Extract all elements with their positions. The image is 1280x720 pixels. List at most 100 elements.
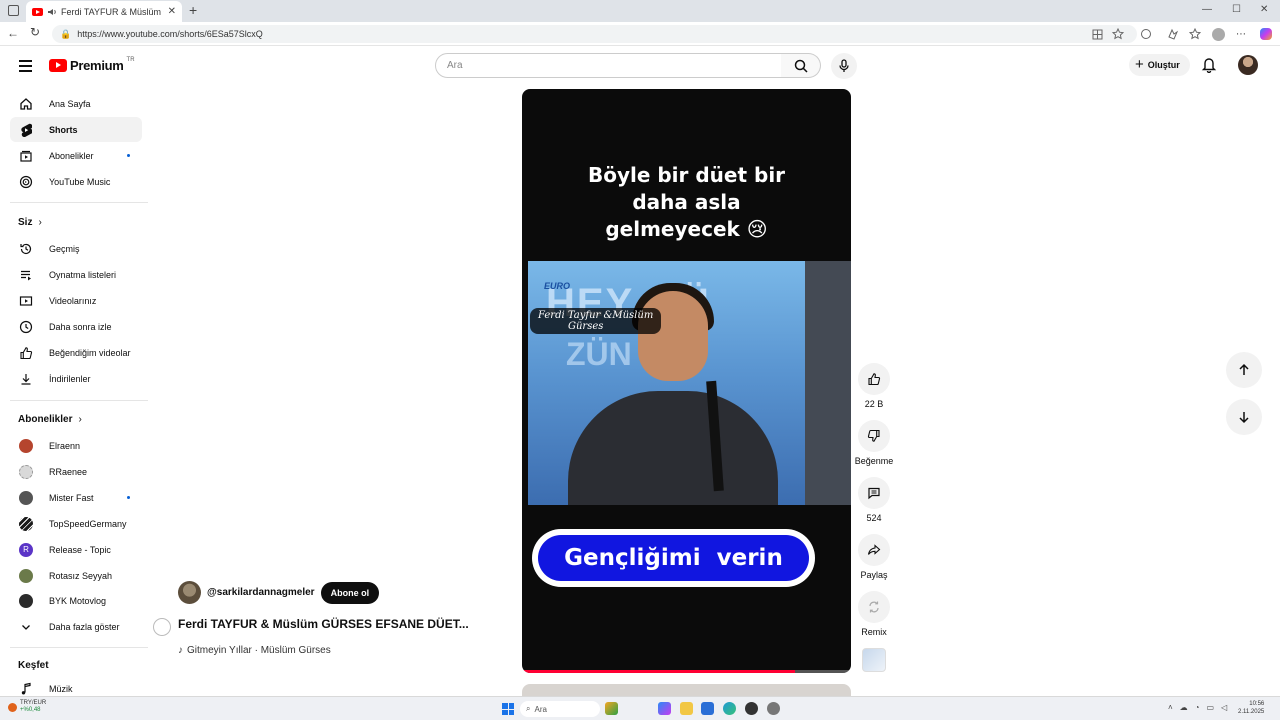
video-progress-bar[interactable] bbox=[522, 670, 851, 673]
system-tray-icons[interactable]: ˄ ☁ ◔ ▭ ◁ bbox=[1168, 703, 1227, 712]
tab-actions-icon[interactable] bbox=[8, 5, 19, 16]
next-short-preview[interactable] bbox=[522, 684, 851, 696]
sidebar-item-shorts[interactable]: Shorts bbox=[10, 117, 142, 142]
sidebar-channel-release-topic[interactable]: R Release - Topic bbox=[10, 537, 142, 562]
share-button[interactable]: Paylaş bbox=[854, 534, 894, 580]
like-button[interactable]: 22 B bbox=[854, 363, 894, 409]
youtube-premium-logo[interactable]: Premium TR bbox=[49, 57, 135, 73]
taskbar-search[interactable]: ⌕ Ara bbox=[520, 701, 600, 717]
back-icon[interactable]: ← bbox=[7, 26, 19, 40]
taskbar-store-icon[interactable] bbox=[701, 702, 714, 715]
divider bbox=[10, 400, 148, 401]
site-info-icon[interactable]: 🔒 bbox=[60, 29, 71, 40]
browser-tab[interactable]: Ferdi TAYFUR & Müslüm GÜ ✕ bbox=[26, 1, 182, 22]
sidebar-item-youtube-music[interactable]: YouTube Music bbox=[10, 169, 142, 194]
wifi-icon[interactable]: ◔ bbox=[1195, 703, 1200, 712]
bell-icon bbox=[1201, 58, 1217, 73]
channel-handle[interactable]: @sarkilardannagmeler bbox=[207, 587, 315, 598]
cloud-icon[interactable]: ☁ bbox=[1180, 703, 1188, 712]
browser-essentials-icon[interactable] bbox=[1166, 27, 1180, 41]
new-tab-icon[interactable]: + bbox=[189, 2, 197, 18]
menu-icon[interactable] bbox=[19, 60, 32, 72]
voice-search-button[interactable] bbox=[831, 53, 857, 79]
subscribe-label: Abone ol bbox=[330, 587, 370, 598]
profile-icon[interactable] bbox=[1211, 27, 1225, 41]
sidebar-channel-topspeedgermany[interactable]: TopSpeedGermany bbox=[10, 511, 142, 536]
account-avatar[interactable] bbox=[1238, 55, 1258, 75]
short-video-player[interactable]: Böyle bir düet bir daha asla gelmeyecek … bbox=[522, 89, 851, 673]
video-top-caption: Böyle bir düet bir daha asla gelmeyecek … bbox=[522, 162, 851, 243]
next-short-button[interactable] bbox=[1226, 399, 1262, 435]
channel-avatar[interactable] bbox=[178, 581, 201, 604]
sidebar-channel-byk-motovlog[interactable]: BYK Motovlog bbox=[10, 588, 142, 613]
start-icon[interactable] bbox=[502, 703, 514, 715]
youtube-logo-icon bbox=[49, 59, 67, 72]
sidebar-item-music[interactable]: Müzik bbox=[10, 676, 142, 695]
chevron-down-icon bbox=[18, 619, 34, 635]
more-options-icon[interactable]: ⋯ bbox=[1234, 27, 1248, 41]
channel-avatar bbox=[18, 464, 34, 480]
sidebar-channel-rraenee[interactable]: RRaenee bbox=[10, 459, 142, 484]
music-attribution[interactable]: ♪ Gitmeyin Yıllar · Müslüm Gürses bbox=[178, 645, 331, 656]
chevron-up-icon[interactable]: ˄ bbox=[1168, 703, 1173, 712]
sidebar-item-history[interactable]: Geçmiş bbox=[10, 236, 142, 261]
taskbar-widget-icon[interactable] bbox=[605, 702, 618, 715]
sidebar-item-label: Oynatma listeleri bbox=[49, 269, 117, 280]
sidebar-item-subscriptions[interactable]: Abonelikler bbox=[10, 143, 142, 168]
notifications-button[interactable] bbox=[1201, 56, 1217, 73]
channel-name: Rotasız Seyyah bbox=[49, 570, 113, 581]
subscriptions-section-title[interactable]: Abonelikler › bbox=[18, 414, 82, 425]
you-section-title[interactable]: Siz › bbox=[18, 217, 42, 228]
url-field[interactable]: 🔒 https://www.youtube.com/shorts/6ESa57S… bbox=[52, 25, 1137, 43]
sidebar-item-liked-videos[interactable]: Beğendiğim videolar bbox=[10, 340, 142, 365]
remix-button[interactable]: Remix bbox=[854, 591, 894, 637]
speaker-icon[interactable] bbox=[47, 7, 57, 17]
sidebar-channel-elraenn[interactable]: Elraenn bbox=[10, 433, 142, 458]
channel-avatar: R bbox=[18, 542, 34, 558]
create-button[interactable]: + Oluştur bbox=[1129, 54, 1190, 76]
refresh-icon[interactable]: ↻ bbox=[30, 25, 40, 39]
system-clock[interactable]: 10:56 2.11.2025 bbox=[1238, 700, 1264, 716]
sidebar-channel-mister-fast[interactable]: Mister Fast bbox=[10, 485, 142, 510]
comments-button[interactable]: 524 bbox=[854, 477, 894, 523]
sidebar-item-home[interactable]: Ana Sayfa bbox=[10, 91, 142, 116]
close-window-icon[interactable]: ✕ bbox=[1260, 4, 1268, 15]
taskbar-edge-icon[interactable] bbox=[723, 702, 736, 715]
app-available-icon[interactable] bbox=[1090, 27, 1104, 41]
sidebar-channel-rotasiz-seyyah[interactable]: Rotasız Seyyah bbox=[10, 563, 142, 588]
sidebar-item-watch-later[interactable]: Daha sonra izle bbox=[10, 314, 142, 339]
show-more-button[interactable]: Daha fazla göster bbox=[10, 614, 142, 639]
new-content-dot bbox=[127, 154, 130, 157]
sidebar-item-label: Beğendiğim videolar bbox=[49, 347, 131, 358]
sidebar-item-your-videos[interactable]: Videolarınız bbox=[10, 288, 142, 313]
sound-source-thumbnail[interactable] bbox=[862, 648, 886, 672]
tab-close-icon[interactable]: ✕ bbox=[168, 6, 176, 17]
taskbar-settings-icon[interactable] bbox=[767, 702, 780, 715]
minimize-icon[interactable]: — bbox=[1202, 4, 1212, 15]
previous-short-button[interactable] bbox=[1226, 352, 1262, 388]
subscribe-button[interactable]: Abone ol bbox=[320, 581, 380, 604]
history-icon bbox=[18, 241, 34, 257]
search-button[interactable] bbox=[781, 53, 821, 78]
sidebar-item-label: İndirilenler bbox=[49, 373, 91, 384]
select-radio[interactable] bbox=[153, 618, 171, 636]
copilot-icon[interactable] bbox=[1259, 27, 1273, 41]
extensions-icon[interactable] bbox=[1139, 27, 1153, 41]
favorite-star-icon[interactable] bbox=[1111, 27, 1125, 41]
sidebar-item-downloads[interactable]: İndirilenler bbox=[10, 366, 142, 391]
channel-name: RRaenee bbox=[49, 466, 88, 477]
sidebar-item-playlists[interactable]: Oynatma listeleri bbox=[10, 262, 142, 287]
volume-icon[interactable]: ◁ bbox=[1221, 703, 1227, 712]
taskbar-files-icon[interactable] bbox=[680, 702, 693, 715]
chevron-right-icon: › bbox=[78, 414, 82, 425]
taskbar-app-icon[interactable] bbox=[745, 702, 758, 715]
dislike-button[interactable]: Beğenme bbox=[854, 420, 894, 466]
youtube-music-icon bbox=[18, 174, 34, 190]
stock-ticker-widget[interactable]: TRY/EUR +%0,48 bbox=[8, 700, 46, 714]
maximize-icon[interactable]: ☐ bbox=[1232, 4, 1241, 15]
short-title[interactable]: Ferdi TAYFUR & Müslüm GÜRSES EFSANE DÜET… bbox=[178, 617, 469, 631]
search-input[interactable]: Ara bbox=[435, 53, 782, 78]
taskbar-copilot-icon[interactable] bbox=[658, 702, 671, 715]
battery-icon[interactable]: ▭ bbox=[1207, 703, 1215, 712]
favorites-icon[interactable] bbox=[1188, 27, 1202, 41]
